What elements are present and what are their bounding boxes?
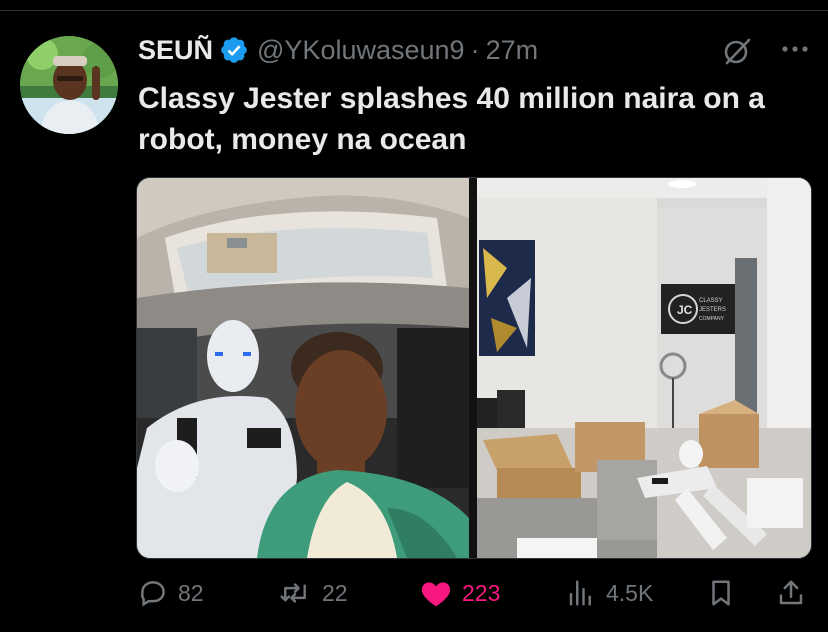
display-name[interactable]: SEUÑ	[138, 35, 213, 66]
grok-icon[interactable]	[722, 36, 752, 66]
media-image-selfie[interactable]	[137, 178, 469, 558]
views-count: 4.5K	[606, 579, 654, 606]
share-icon	[779, 580, 803, 605]
like-button[interactable]: 223	[420, 572, 500, 614]
sign-text-1: CLASSY	[699, 298, 723, 304]
separator-dot: ·	[470, 34, 480, 65]
views-icon	[569, 580, 591, 606]
reply-icon	[141, 581, 165, 607]
top-divider	[0, 10, 828, 11]
sign-text-2: JESTERS	[699, 307, 726, 313]
views-button[interactable]: 4.5K	[566, 572, 653, 614]
tweet-actions: 82 22 223 4.5K	[0, 572, 828, 614]
tweet-text: Classy Jester splashes 40 million naira …	[138, 82, 765, 156]
bookmark-button[interactable]	[706, 572, 746, 614]
tweet-header: SEUÑ @YKoluwaseun9 · 27m	[138, 32, 538, 68]
media-image-robot-boxes[interactable]: JC CLASSY JESTERS COMPANY	[477, 178, 811, 558]
repost-button[interactable]: 22	[278, 572, 348, 614]
repost-count: 22	[322, 579, 348, 606]
repost-icon	[280, 583, 306, 603]
avatar[interactable]	[20, 36, 118, 134]
reply-button[interactable]: 82	[138, 572, 204, 614]
tweet-media[interactable]: JC CLASSY JESTERS COMPANY	[136, 177, 812, 559]
more-options-icon[interactable]	[778, 34, 812, 64]
svg-text:JC: JC	[677, 303, 693, 317]
share-button[interactable]	[776, 572, 816, 614]
timestamp[interactable]: 27m	[486, 35, 539, 66]
bookmark-icon	[712, 580, 730, 606]
user-handle[interactable]: @YKoluwaseun9	[257, 35, 465, 66]
heart-icon	[421, 582, 451, 607]
verified-badge-icon	[221, 37, 247, 63]
like-count: 223	[462, 579, 501, 606]
sign-text-3: COMPANY	[699, 316, 725, 322]
reply-count: 82	[178, 579, 204, 606]
